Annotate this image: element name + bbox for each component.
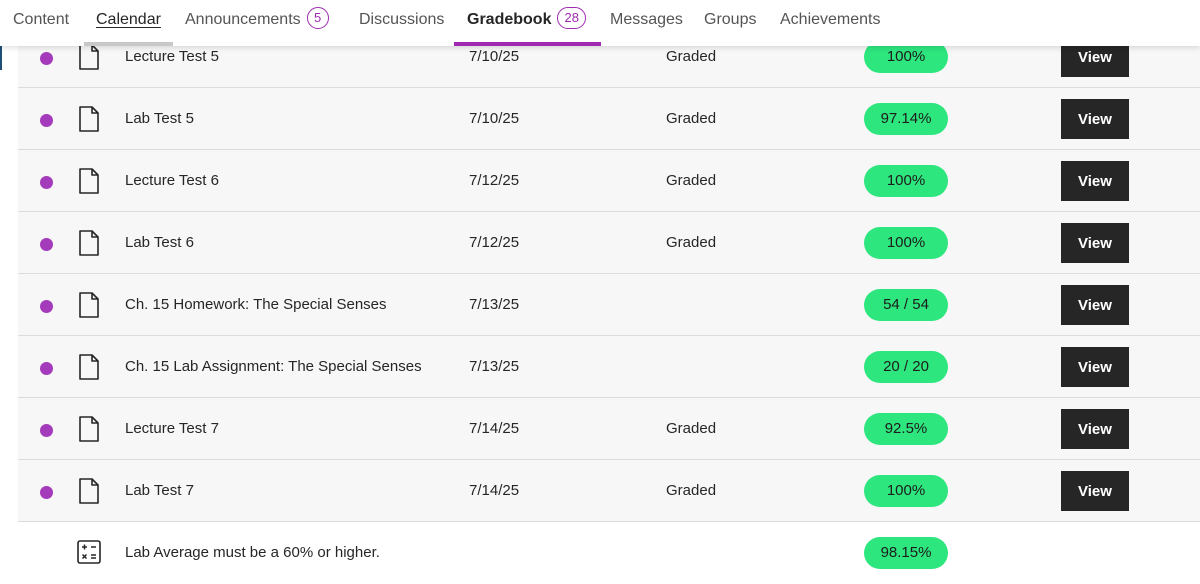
tab-calendar-label: Calendar — [96, 11, 161, 28]
grade-item-status: Graded — [666, 172, 717, 189]
grade-pill: 100% — [864, 227, 948, 259]
view-button[interactable]: View — [1061, 409, 1129, 449]
view-button[interactable]: View — [1061, 223, 1129, 263]
tab-gradebook-label: Gradebook — [467, 11, 552, 28]
lab-average-title: Lab Average must be a 60% or higher. — [125, 544, 380, 561]
document-icon — [79, 416, 99, 442]
lab-average-row: Lab Average must be a 60% or higher. 98.… — [18, 522, 1200, 584]
grade-row[interactable]: Lab Test 5 7/10/25 Graded 97.14% View — [18, 88, 1200, 150]
unread-dot-icon — [40, 424, 53, 437]
unread-dot-icon — [40, 114, 53, 127]
unread-dot-icon — [40, 238, 53, 251]
tab-announcements[interactable]: Announcements 5 — [185, 0, 329, 46]
tab-messages-label: Messages — [610, 11, 683, 28]
grade-pill: 54 / 54 — [864, 289, 948, 321]
tab-gradebook[interactable]: Gradebook 28 — [454, 0, 601, 46]
unread-dot-icon — [40, 52, 53, 65]
grade-item-date: 7/14/25 — [469, 482, 520, 499]
grade-row[interactable]: Ch. 15 Homework: The Special Senses 7/13… — [18, 274, 1200, 336]
grade-row[interactable]: Lecture Test 6 7/12/25 Graded 100% View — [18, 150, 1200, 212]
unread-dot-icon — [40, 176, 53, 189]
calculator-icon — [77, 540, 101, 564]
document-icon — [79, 292, 99, 318]
grade-item-title: Ch. 15 Homework: The Special Senses — [125, 296, 387, 313]
grade-item-title: Lab Test 7 — [125, 482, 194, 499]
grade-item-status: Graded — [666, 48, 717, 65]
grade-pill: 100% — [864, 165, 948, 197]
view-button[interactable]: View — [1061, 99, 1129, 139]
tab-content-label: Content — [13, 11, 70, 28]
grade-item-date: 7/12/25 — [469, 234, 520, 251]
grade-row[interactable]: Ch. 15 Lab Assignment: The Special Sense… — [18, 336, 1200, 398]
grade-item-date: 7/14/25 — [469, 420, 520, 437]
grade-pill: 92.5% — [864, 413, 948, 445]
grade-item-status: Graded — [666, 482, 717, 499]
document-icon — [79, 354, 99, 380]
unread-dot-icon — [40, 362, 53, 375]
grade-item-date: 7/13/25 — [469, 296, 520, 313]
unread-dot-icon — [40, 486, 53, 499]
tab-calendar[interactable]: Calendar — [84, 0, 173, 46]
gradebook-count-badge: 28 — [557, 7, 586, 30]
grade-row[interactable]: Lab Test 6 7/12/25 Graded 100% View — [18, 212, 1200, 274]
grade-item-title: Lab Test 6 — [125, 234, 194, 251]
course-nav: Content Calendar Announcements 5 Discussi… — [0, 0, 1200, 46]
grade-item-date: 7/12/25 — [469, 172, 520, 189]
lab-average-grade-pill: 98.15% — [864, 537, 948, 569]
view-button[interactable]: View — [1061, 471, 1129, 511]
grade-list: Lecture Test 5 7/10/25 Graded 100% View … — [18, 26, 1200, 584]
grade-item-title: Lecture Test 7 — [125, 420, 219, 437]
unread-dot-icon — [40, 300, 53, 313]
view-button[interactable]: View — [1061, 285, 1129, 325]
tab-messages[interactable]: Messages — [610, 0, 683, 46]
grade-item-status: Graded — [666, 110, 717, 127]
tab-announcements-label: Announcements — [185, 11, 301, 28]
grade-pill: 100% — [864, 475, 948, 507]
document-icon — [79, 230, 99, 256]
grade-item-status: Graded — [666, 234, 717, 251]
grade-item-date: 7/10/25 — [469, 48, 520, 65]
tab-discussions-label: Discussions — [359, 11, 445, 28]
tab-achievements-label: Achievements — [780, 11, 881, 28]
tab-content[interactable]: Content — [13, 0, 69, 46]
document-icon — [79, 168, 99, 194]
document-icon — [79, 478, 99, 504]
grade-row[interactable]: Lecture Test 7 7/14/25 Graded 92.5% View — [18, 398, 1200, 460]
grade-pill: 20 / 20 — [864, 351, 948, 383]
grade-pill: 97.14% — [864, 103, 948, 135]
document-icon — [79, 106, 99, 132]
grade-item-title: Lab Test 5 — [125, 110, 194, 127]
tab-achievements[interactable]: Achievements — [780, 0, 881, 46]
grade-item-date: 7/10/25 — [469, 110, 520, 127]
tab-calendar-indicator — [84, 42, 173, 46]
tab-groups-label: Groups — [704, 11, 757, 28]
view-button[interactable]: View — [1061, 347, 1129, 387]
grade-item-title: Lecture Test 6 — [125, 172, 219, 189]
announcements-count-badge: 5 — [306, 7, 329, 30]
tab-groups[interactable]: Groups — [704, 0, 756, 46]
grade-item-date: 7/13/25 — [469, 358, 520, 375]
grade-item-title: Lecture Test 5 — [125, 48, 219, 65]
grade-item-title: Ch. 15 Lab Assignment: The Special Sense… — [125, 358, 422, 375]
grade-item-status: Graded — [666, 420, 717, 437]
grade-row[interactable]: Lab Test 7 7/14/25 Graded 100% View — [18, 460, 1200, 522]
tab-gradebook-indicator — [454, 42, 601, 46]
view-button[interactable]: View — [1061, 161, 1129, 201]
tab-discussions[interactable]: Discussions — [359, 0, 444, 46]
document-icon — [79, 44, 99, 70]
